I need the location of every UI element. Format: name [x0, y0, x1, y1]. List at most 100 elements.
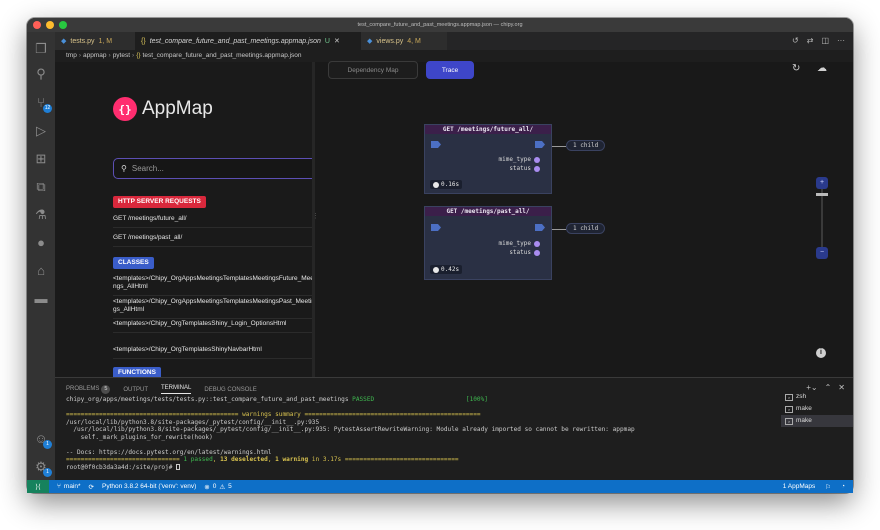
breadcrumb-item[interactable]: tmp	[66, 52, 77, 59]
split-editor-icon[interactable]: ◫	[821, 36, 829, 45]
zoom-in-button[interactable]: +	[816, 177, 828, 189]
appmap-logo-text: AppMap	[142, 98, 213, 119]
field-dot-icon	[534, 165, 540, 172]
http-request-item[interactable]: GET /meetings/past_all/	[113, 234, 312, 247]
testing-icon[interactable]: ⚗	[33, 206, 49, 222]
classes-header[interactable]: CLASSES	[113, 257, 154, 269]
input-port-icon	[431, 224, 441, 231]
search-input[interactable]: ⚲ Search...	[113, 158, 312, 179]
chevron-right-icon: ›	[108, 52, 111, 59]
tab-debug-console[interactable]: DEBUG CONSOLE	[204, 387, 256, 393]
class-item[interactable]: <templates>/Chipy_OrgTemplatesShiny_Logi…	[113, 320, 312, 333]
json-file-icon: {}	[136, 52, 141, 59]
terminal-output[interactable]: chipy_org/apps/meetings/tests/tests.py::…	[66, 396, 806, 478]
minimize-window-button[interactable]	[46, 21, 54, 29]
field-label: status	[509, 249, 531, 256]
branch-icon: ⑂	[57, 483, 61, 490]
field-dot-icon	[534, 156, 540, 163]
summary-passed: 1 passed	[183, 456, 213, 463]
functions-header[interactable]: FUNCTIONS	[113, 367, 161, 377]
appmap-canvas[interactable]	[315, 62, 853, 377]
problems-summary[interactable]: ⊗ 0 ⚠ 5	[204, 483, 232, 491]
clock-icon	[433, 266, 439, 273]
breadcrumb-item[interactable]: test_compare_future_and_past_meetings.ap…	[143, 52, 302, 59]
terminal-cursor	[176, 463, 181, 470]
docker-icon[interactable]: ▬	[33, 290, 49, 306]
window-controls	[33, 21, 67, 29]
trace-node-past-all[interactable]: GET /meetings/past_all/ mime_type status…	[424, 206, 552, 280]
zoom-out-button[interactable]: −	[816, 247, 828, 259]
summary-rule: ===============================	[344, 456, 459, 463]
dependency-map-button[interactable]: Dependency Map	[328, 61, 418, 79]
error-count: 0	[212, 483, 217, 490]
feedback-icon[interactable]: ⚐	[825, 483, 831, 491]
output-port-icon	[535, 224, 545, 231]
child-count-pill[interactable]: 1 child	[566, 223, 606, 234]
field-dot-icon	[534, 240, 540, 247]
terminal-entry-zsh[interactable]: > zsh	[781, 391, 853, 403]
summary-time: in 3.17s	[308, 456, 345, 463]
account-icon[interactable]: ☺ 1	[33, 430, 52, 449]
appmaps-count[interactable]: 1 AppMaps	[783, 483, 816, 490]
close-window-button[interactable]	[33, 21, 41, 29]
remote-indicator-icon[interactable]: ⟩⟨	[27, 480, 49, 493]
tab-terminal[interactable]: TERMINAL	[161, 385, 192, 394]
terminal-entry-make[interactable]: > make	[781, 415, 853, 427]
appmap-icon[interactable]: ⌂	[33, 262, 49, 278]
info-icon[interactable]: i	[816, 348, 826, 358]
field-label: mime_type	[498, 240, 531, 247]
trace-button[interactable]: Trace	[426, 61, 474, 79]
settings-badge: 1	[43, 468, 52, 477]
timeline-icon[interactable]: ↺	[792, 36, 799, 45]
http-requests-header[interactable]: HTTP SERVER REQUESTS	[113, 196, 206, 208]
explorer-icon[interactable]: ❐	[33, 40, 49, 56]
zoom-window-button[interactable]	[59, 21, 67, 29]
remote-explorer-icon[interactable]: ⧉	[33, 178, 49, 194]
close-tab-icon[interactable]: ✕	[334, 37, 340, 45]
python-interpreter[interactable]: Python 3.8.2 64-bit ('venv': venv)	[102, 483, 196, 490]
extensions-icon[interactable]: ⊞	[33, 150, 49, 166]
tab-problems[interactable]: PROBLEMS 5	[66, 385, 111, 394]
sync-icon[interactable]: ⟳	[89, 483, 94, 491]
more-actions-icon[interactable]: ···	[837, 36, 845, 45]
terminal-line: -- Docs: https://docs.pytest.org/en/late…	[66, 448, 272, 456]
terminal-line: chipy_org/apps/meetings/tests/tests.py::…	[66, 396, 349, 403]
field-dot-icon	[534, 249, 540, 256]
notifications-icon[interactable]: ◔	[841, 483, 845, 490]
class-item[interactable]: <templates>/Chipy_OrgAppsMeetingsTemplat…	[113, 275, 312, 296]
run-debug-icon[interactable]: ▷	[33, 122, 49, 138]
drag-handle-icon[interactable]: ⋮	[312, 212, 319, 220]
compare-icon[interactable]: ⇄	[807, 36, 814, 45]
class-item[interactable]: <templates>/Chipy_OrgTemplatesShinyNavba…	[113, 346, 312, 359]
test-status: PASSED	[352, 396, 375, 403]
breadcrumb-item[interactable]: appmap	[83, 52, 107, 59]
tab-output[interactable]: OUTPUT	[123, 387, 148, 393]
tab-appmap-json[interactable]: {} test_compare_future_and_past_meetings…	[135, 32, 361, 50]
activity-bar: ❐ ⚲ ⑂ 12 ▷ ⊞ ⧉ ⚗ ● ⌂ ▬ ☺ 1 ⚙ 1	[27, 32, 55, 480]
upload-cloud-icon[interactable]: ☁	[817, 63, 827, 74]
source-control-icon[interactable]: ⑂ 12	[33, 94, 52, 113]
search-icon: ⚲	[121, 164, 127, 173]
tab-tests-py[interactable]: ◆ tests.py 1, M	[55, 32, 135, 50]
terminal-entry-make[interactable]: > make	[781, 403, 853, 415]
class-item[interactable]: <templates>/Chipy_OrgAppsMeetingsTemplat…	[113, 298, 312, 319]
trace-node-future-all[interactable]: GET /meetings/future_all/ mime_type stat…	[424, 124, 552, 194]
settings-gear-icon[interactable]: ⚙ 1	[33, 458, 52, 477]
github-icon[interactable]: ●	[33, 234, 49, 250]
breadcrumb-item[interactable]: pytest	[113, 52, 130, 59]
zoom-slider-thumb[interactable]	[816, 193, 828, 196]
elapsed-time: 0.42s	[441, 266, 460, 273]
terminal-icon: >	[785, 417, 793, 425]
http-request-item[interactable]: GET /meetings/future_all/	[113, 215, 312, 228]
input-port-icon	[431, 141, 441, 148]
search-icon[interactable]: ⚲	[33, 65, 49, 81]
python-file-icon: ◆	[61, 38, 67, 45]
tab-views-py[interactable]: ◆ views.py 4, M	[361, 32, 447, 50]
warning-count: 5	[228, 483, 232, 490]
child-count-pill[interactable]: 1 child	[566, 140, 606, 151]
title-bar: test_compare_future_and_past_meetings.ap…	[27, 18, 853, 32]
git-branch[interactable]: ⑂ main*	[57, 483, 81, 490]
reload-icon[interactable]: ↻	[792, 63, 800, 74]
shell-prompt: root@0f0cb3da3a4d:/site/proj#	[66, 463, 177, 471]
child-connector	[552, 229, 566, 230]
